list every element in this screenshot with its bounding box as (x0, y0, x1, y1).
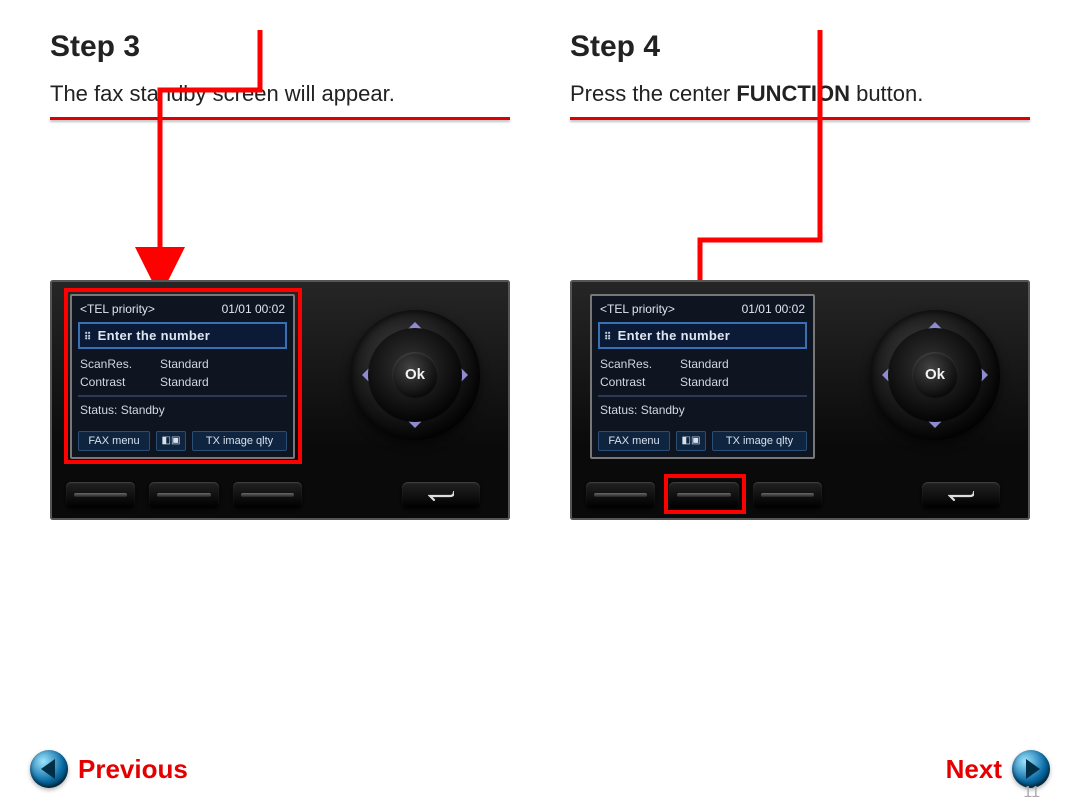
lcd-status: Status: Standby (78, 401, 287, 419)
step3-title: Step 3 (50, 30, 510, 64)
soft-key-right[interactable] (233, 482, 302, 508)
device-panel-step3: <TEL priority> 01/01 00:02 Enter the num… (50, 280, 510, 520)
ok-button[interactable]: Ok (912, 352, 958, 398)
lcd-tab-faxmenu: FAX menu (78, 431, 150, 451)
step3-column: Step 3 The fax standby screen will appea… (50, 30, 510, 520)
lcd-tab-tximage: TX image qlty (192, 431, 287, 451)
previous-button[interactable]: Previous (30, 750, 188, 788)
step3-description: The fax standby screen will appear. (50, 80, 510, 109)
dpad-right-icon[interactable] (980, 367, 996, 383)
lcd-row-val: Standard (680, 357, 729, 371)
lcd-entry-field: Enter the number (598, 322, 807, 349)
step4-column: Step 4 Press the center FUNCTION button.… (570, 30, 1030, 520)
soft-key-left[interactable] (66, 482, 135, 508)
lcd-row-val: Standard (160, 357, 209, 371)
lcd-header-right: 01/01 00:02 (222, 302, 285, 316)
next-label: Next (946, 754, 1002, 785)
previous-label: Previous (78, 754, 188, 785)
soft-key-center[interactable] (149, 482, 218, 508)
step4-description: Press the center FUNCTION button. (570, 80, 1030, 109)
dpad[interactable]: Ok (350, 310, 480, 440)
ok-button[interactable]: Ok (392, 352, 438, 398)
lcd-screen: <TEL priority> 01/01 00:02 Enter the num… (70, 294, 295, 459)
soft-keys-row (586, 482, 822, 508)
lcd-row-key: ScanRes. (80, 357, 160, 371)
lcd-tab-tximage: TX image qlty (712, 431, 807, 451)
back-button[interactable] (402, 482, 480, 508)
step4-title: Step 4 (570, 30, 1030, 64)
lcd-header-left: <TEL priority> (600, 302, 675, 316)
back-icon (948, 488, 974, 502)
dpad-right-icon[interactable] (460, 367, 476, 383)
device-panel-step4: <TEL priority> 01/01 00:02 Enter the num… (570, 280, 1030, 520)
dpad-down-icon[interactable] (927, 420, 943, 436)
lcd-tab-mid: ◧▣ (156, 431, 186, 451)
next-icon (1012, 750, 1050, 788)
lcd-entry-field: Enter the number (78, 322, 287, 349)
dpad-down-icon[interactable] (407, 420, 423, 436)
dpad[interactable]: Ok (870, 310, 1000, 440)
next-button[interactable]: Next (946, 750, 1050, 788)
soft-key-left[interactable] (586, 482, 655, 508)
lcd-row-key: ScanRes. (600, 357, 680, 371)
page-number: 11 (1023, 784, 1040, 802)
red-underline (570, 117, 1030, 120)
soft-keys-row (66, 482, 302, 508)
lcd-row-val: Standard (680, 375, 729, 389)
lcd-tab-faxmenu: FAX menu (598, 431, 670, 451)
previous-icon (30, 750, 68, 788)
lcd-screen: <TEL priority> 01/01 00:02 Enter the num… (590, 294, 815, 459)
lcd-tab-mid: ◧▣ (676, 431, 706, 451)
red-underline (50, 117, 510, 120)
soft-key-center[interactable] (669, 482, 738, 508)
back-button[interactable] (922, 482, 1000, 508)
soft-key-right[interactable] (753, 482, 822, 508)
lcd-row-val: Standard (160, 375, 209, 389)
back-icon (428, 488, 454, 502)
lcd-header-left: <TEL priority> (80, 302, 155, 316)
lcd-row-key: Contrast (80, 375, 160, 389)
lcd-status: Status: Standby (598, 401, 807, 419)
lcd-row-key: Contrast (600, 375, 680, 389)
lcd-header-right: 01/01 00:02 (742, 302, 805, 316)
